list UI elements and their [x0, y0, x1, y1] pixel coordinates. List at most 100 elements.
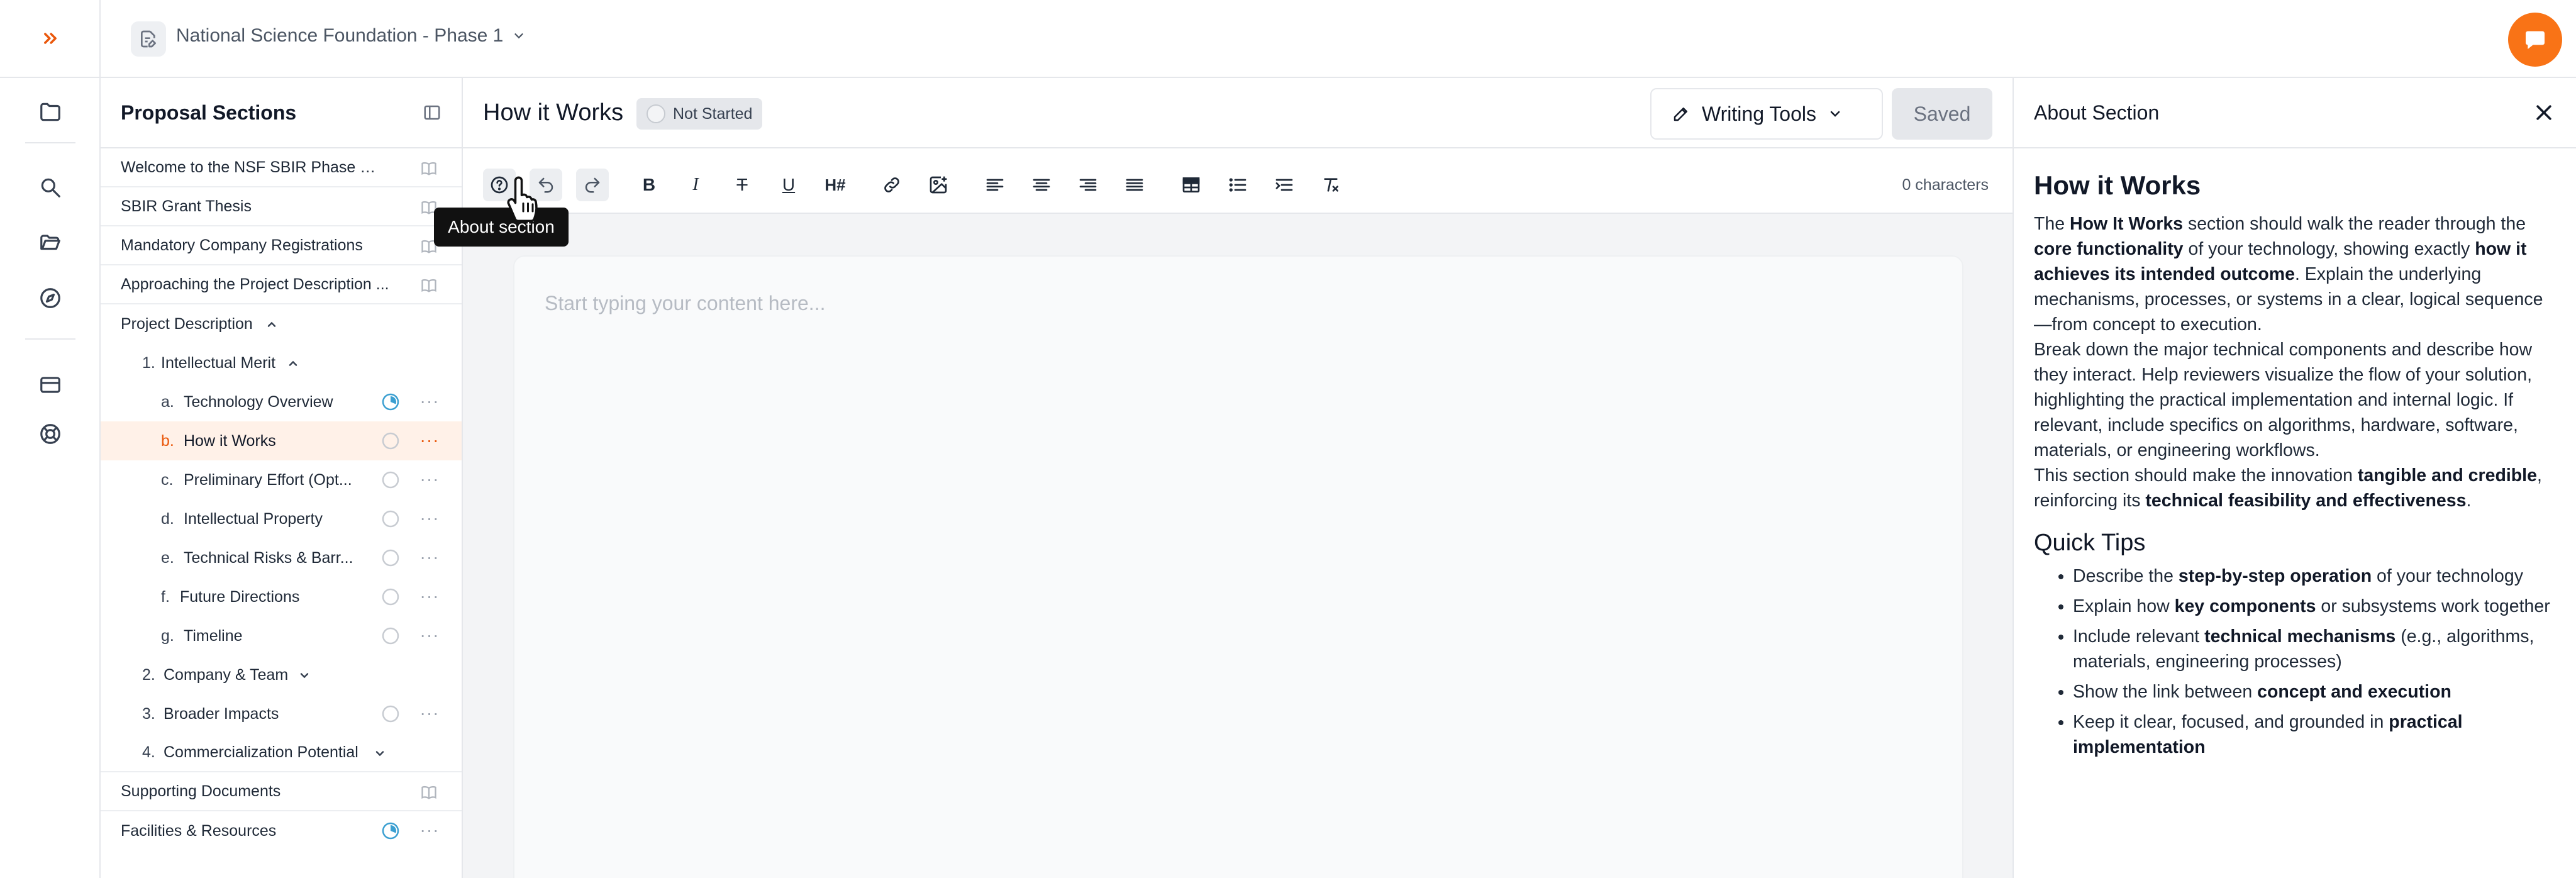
bold-icon: B [642, 175, 656, 194]
subsection-how-it-works[interactable]: b. How it Works ··· [101, 421, 462, 460]
chat-button[interactable] [2508, 13, 2562, 67]
about-panel-title: About Section [2034, 101, 2160, 124]
align-justify-button[interactable] [1118, 169, 1151, 201]
section-broader-impacts[interactable]: 3. Broader Impacts ··· [101, 694, 462, 733]
more-options-button[interactable]: ··· [420, 586, 439, 606]
folder-icon [40, 103, 60, 121]
link-icon [884, 177, 899, 192]
status-not-started-icon [382, 432, 399, 450]
status-not-started-icon [382, 705, 399, 723]
status-badge[interactable]: Not Started [636, 98, 763, 130]
section-number: 1. [142, 353, 155, 372]
insert-image-button[interactable] [922, 169, 955, 201]
section-welcome[interactable]: Welcome to the NSF SBIR Phase I Ap... [101, 148, 462, 187]
section-commercialization[interactable]: 4. Commercialization Potential [101, 733, 462, 772]
section-label: Welcome to the NSF SBIR Phase I Ap... [121, 158, 380, 176]
more-options-button[interactable]: ··· [420, 430, 439, 450]
subsection-technical-risks[interactable]: e. Technical Risks & Barr... ··· [101, 538, 462, 577]
subsection-timeline[interactable]: g. Timeline ··· [101, 616, 462, 655]
billing-nav-button[interactable] [35, 370, 65, 400]
align-left-button[interactable] [979, 169, 1011, 201]
search-nav-button[interactable] [35, 172, 65, 203]
bold-button[interactable]: B [633, 169, 665, 201]
writing-tools-button[interactable]: Writing Tools [1650, 88, 1883, 140]
editor-content-area[interactable]: Start typing your content here... [513, 255, 1963, 878]
about-heading: How it Works [2034, 170, 2201, 200]
chevron-up-icon [289, 360, 297, 366]
about-content: How it Works The How It Works section sh… [2034, 169, 2556, 765]
status-not-started-icon [382, 510, 399, 528]
more-options-button[interactable]: ··· [420, 469, 439, 489]
section-label: Project Description [121, 314, 253, 333]
status-not-started-icon [382, 627, 399, 645]
documents-nav-button[interactable] [35, 228, 65, 258]
help-nav-button[interactable] [35, 419, 65, 449]
section-approaching[interactable]: Approaching the Project Description ... [101, 265, 462, 304]
section-label: Intellectual Merit [161, 353, 276, 372]
compass-icon [40, 288, 60, 308]
strikethrough-icon: T [736, 175, 748, 194]
subsection-technology-overview[interactable]: a. Technology Overview ··· [101, 382, 462, 421]
section-grant-thesis[interactable]: SBIR Grant Thesis [101, 187, 462, 226]
section-label: Commercialization Potential [164, 743, 358, 761]
progress-partial-icon [382, 393, 399, 411]
underline-icon: U [782, 175, 796, 194]
more-options-button[interactable]: ··· [420, 391, 439, 411]
bullet-list-button[interactable] [1221, 169, 1254, 201]
formatting-toolbar: B I T U H# 0 characters [463, 148, 2012, 214]
link-button[interactable] [875, 169, 908, 201]
projects-nav-button[interactable] [35, 97, 65, 127]
status-dot [647, 104, 665, 123]
section-intellectual-merit[interactable]: 1. Intellectual Merit [101, 343, 462, 382]
about-paragraph-2: Break down the major technical component… [2034, 340, 2533, 460]
heading-button[interactable]: H# [819, 169, 852, 201]
editor-area: How it Works Not Started Writing Tools S… [463, 78, 2012, 878]
align-center-button[interactable] [1025, 169, 1058, 201]
document-chip [131, 21, 166, 57]
more-options-button[interactable]: ··· [420, 508, 439, 528]
subsection-future-directions[interactable]: f. Future Directions ··· [101, 577, 462, 616]
redo-button[interactable] [576, 169, 609, 201]
more-options-button[interactable]: ··· [420, 547, 439, 567]
chevron-down-icon [300, 673, 309, 679]
book-icon [419, 782, 439, 803]
italic-button[interactable]: I [679, 169, 712, 201]
subsection-intellectual-property[interactable]: d. Intellectual Property ··· [101, 499, 462, 538]
document-edit-icon [141, 30, 156, 48]
more-options-button[interactable]: ··· [420, 703, 439, 723]
hand-pointer-cursor-icon [507, 176, 538, 222]
section-label: Approaching the Project Description ... [121, 275, 389, 293]
indent-list-button[interactable] [1268, 169, 1301, 201]
align-right-icon [1079, 179, 1097, 191]
section-number: e. [161, 548, 174, 567]
section-project-description[interactable]: Project Description [101, 304, 462, 343]
section-supporting-documents[interactable]: Supporting Documents [101, 772, 462, 811]
sidebar-toggle-icon[interactable] [423, 103, 441, 122]
more-options-button[interactable]: ··· [420, 625, 439, 645]
section-company-team[interactable]: 2. Company & Team [101, 655, 462, 694]
strikethrough-button[interactable]: T [726, 169, 758, 201]
more-options-button[interactable]: ··· [420, 820, 439, 840]
status-not-started-icon [382, 588, 399, 606]
section-number: d. [161, 509, 174, 528]
section-facilities-resources[interactable]: Facilities & Resources ··· [101, 811, 462, 850]
close-icon[interactable] [2533, 102, 2555, 123]
insert-table-button[interactable] [1175, 169, 1208, 201]
section-label: Facilities & Resources [121, 821, 277, 840]
align-right-button[interactable] [1072, 169, 1104, 201]
project-selector[interactable]: National Science Foundation - Phase 1 [176, 25, 526, 47]
table-icon [1182, 177, 1200, 192]
subsection-preliminary-effort[interactable]: c. Preliminary Effort (Opt... ··· [101, 460, 462, 499]
clear-formatting-button[interactable] [1314, 169, 1347, 201]
explore-nav-button[interactable] [35, 283, 65, 313]
editor-header: How it Works Not Started Writing Tools S… [463, 78, 2012, 148]
saved-button[interactable]: Saved [1892, 88, 1992, 140]
expand-sidebar-button[interactable] [0, 0, 101, 78]
chat-bubble-icon [2526, 31, 2545, 49]
section-number: b. [161, 431, 174, 450]
underline-button[interactable]: U [772, 169, 805, 201]
section-registrations[interactable]: Mandatory Company Registrations [101, 226, 462, 265]
heading-icon: H# [824, 175, 846, 194]
proposal-sections-panel: Proposal Sections Welcome to the NSF SBI… [101, 78, 463, 878]
writing-tools-label: Writing Tools [1702, 102, 1816, 125]
